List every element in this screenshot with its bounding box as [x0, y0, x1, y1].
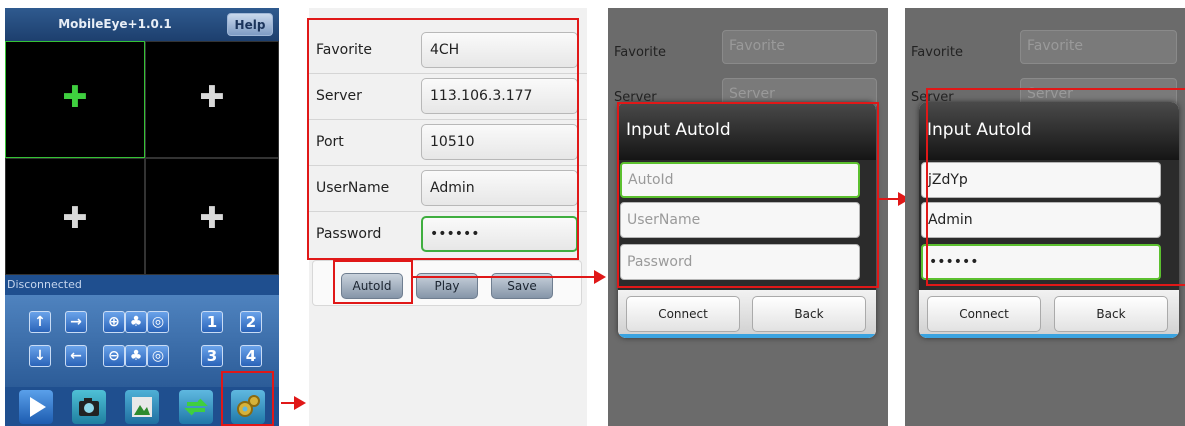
back-button[interactable]: Back [752, 296, 866, 332]
annotation-arrow-line [413, 276, 595, 278]
video-cell-2[interactable]: ✚ [145, 41, 279, 158]
dialog-highlight-box [617, 102, 879, 288]
switch-icon[interactable] [179, 390, 213, 424]
title-bar: MobileEye+1.0.1 Help [5, 8, 279, 41]
annotation-arrow-line [281, 402, 295, 404]
filled-dialog-highlight-box [926, 88, 1185, 286]
connect-button[interactable]: Connect [927, 296, 1041, 332]
tilt-down-button[interactable]: ↓ [29, 345, 51, 367]
main-screen: MobileEye+1.0.1 Help ✚ ✚ ✚ ✚ Disconnecte… [5, 8, 279, 426]
app-title: MobileEye+1.0.1 [58, 17, 172, 31]
connection-status: Disconnected [5, 275, 279, 295]
annotation-arrow-line [879, 198, 899, 200]
iris-open-button[interactable]: ◎ [147, 311, 169, 333]
dialog-footer: Connect Back [919, 290, 1179, 338]
zoom-out-button[interactable]: ⊖ [103, 345, 125, 367]
autoid-highlight-box [333, 260, 413, 304]
focus-near-button[interactable]: ♣ [125, 311, 147, 333]
pan-left-button[interactable]: ← [65, 345, 87, 367]
play-icon[interactable] [19, 390, 53, 424]
add-channel-icon: ✚ [199, 201, 225, 236]
dialog-accent-strip [618, 334, 876, 338]
add-channel-icon: ✚ [199, 80, 225, 115]
help-button[interactable]: Help [227, 13, 273, 36]
add-channel-icon: ✚ [62, 80, 88, 115]
channel-2-button[interactable]: 2 [240, 311, 262, 333]
video-cell-4[interactable]: ✚ [145, 158, 279, 275]
bg-favorite-field: Favorite [722, 30, 877, 64]
annotation-arrow-head [294, 396, 306, 410]
bg-favorite-label: Favorite [614, 45, 666, 60]
dialog-accent-strip [919, 334, 1179, 338]
bg-favorite-field: Favorite [1020, 30, 1177, 64]
tilt-up-button[interactable]: ↑ [29, 311, 51, 333]
add-channel-icon: ✚ [62, 201, 88, 236]
picture-icon[interactable] [125, 390, 159, 424]
iris-close-button[interactable]: ◎ [147, 345, 169, 367]
video-cell-1[interactable]: ✚ [5, 41, 145, 158]
bg-favorite-label: Favorite [911, 45, 963, 60]
camera-icon[interactable] [72, 390, 106, 424]
channel-3-button[interactable]: 3 [201, 345, 223, 367]
back-button[interactable]: Back [1054, 296, 1168, 332]
connect-button[interactable]: Connect [626, 296, 740, 332]
channel-1-button[interactable]: 1 [201, 311, 223, 333]
settings-highlight-box [221, 371, 274, 426]
focus-far-button[interactable]: ♣ [125, 345, 147, 367]
form-highlight-box [307, 18, 579, 260]
dialog-footer: Connect Back [618, 290, 876, 338]
channel-4-button[interactable]: 4 [240, 345, 262, 367]
video-cell-3[interactable]: ✚ [5, 158, 145, 275]
annotation-arrow-head [594, 270, 606, 284]
zoom-in-button[interactable]: ⊕ [103, 311, 125, 333]
pan-right-button[interactable]: → [65, 311, 87, 333]
